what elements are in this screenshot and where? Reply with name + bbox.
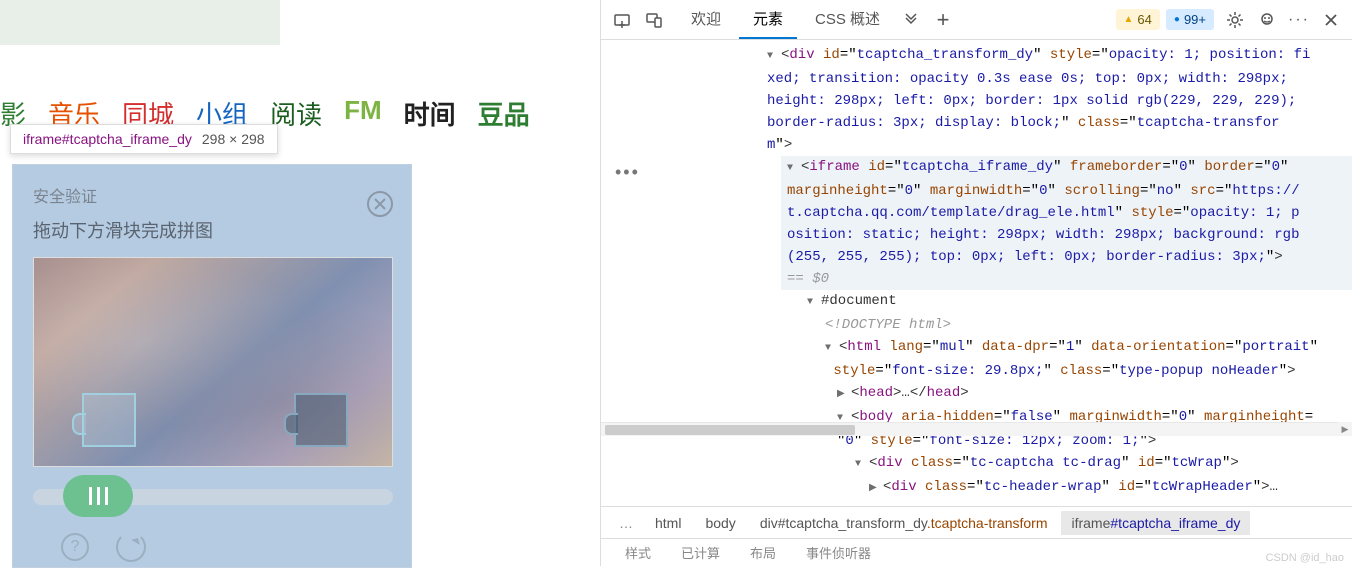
dom-tree-panel[interactable]: ••• <div id="tcaptcha_transform_dy" styl… (601, 40, 1352, 506)
new-tab-icon[interactable]: + (928, 5, 958, 35)
breadcrumb-body[interactable]: body (695, 511, 745, 535)
feedback-icon[interactable] (1252, 5, 1282, 35)
tooltip-dimensions: 298 × 298 (202, 131, 265, 147)
tab-layout[interactable]: 布局 (750, 543, 776, 562)
captcha-instruction: 拖动下方滑块完成拼图 (33, 217, 391, 243)
more-tabs-icon[interactable] (896, 5, 926, 35)
nav-read[interactable]: 阅读 (270, 95, 322, 132)
dom-node-tcwrap[interactable]: <div class="tc-captcha tc-drag" id="tcWr… (849, 452, 1352, 476)
tab-welcome[interactable]: 欢迎 (677, 0, 735, 39)
tab-styles[interactable]: 样式 (625, 543, 651, 562)
breadcrumb-html[interactable]: html (645, 511, 691, 535)
dom-breadcrumb: … html body div#tcaptcha_transform_dy.tc… (601, 506, 1352, 538)
breadcrumb-iframe-selected[interactable]: iframe#tcaptcha_iframe_dy (1061, 511, 1250, 535)
breadcrumb-more-icon[interactable]: … (611, 515, 641, 531)
tab-computed[interactable]: 已计算 (681, 543, 720, 562)
tooltip-selector: iframe#tcaptcha_iframe_dy (23, 131, 192, 147)
captcha-iframe-highlight: 安全验证 拖动下方滑块完成拼图 ? (12, 164, 412, 568)
info-badge[interactable]: ●99+ (1166, 9, 1214, 30)
captcha-slider-track[interactable] (33, 489, 393, 505)
warning-icon: ▲ (1124, 14, 1134, 25)
captcha-refresh-button[interactable] (117, 533, 145, 561)
horizontal-scrollbar[interactable] (601, 422, 1338, 436)
close-icon (373, 197, 387, 211)
device-toolbar-icon[interactable] (639, 5, 669, 35)
styles-tabs: 样式 已计算 布局 事件侦听器 (601, 538, 1352, 566)
devtools-toolbar: 欢迎 元素 CSS 概述 + ▲64 ●99+ ··· (601, 0, 1352, 40)
scrollbar-thumb[interactable] (605, 425, 855, 435)
devtools-panel: 欢迎 元素 CSS 概述 + ▲64 ●99+ ··· ••• <div id=… (600, 0, 1352, 566)
watermark: CSDN @id_hao (1266, 552, 1344, 564)
dom-node-document[interactable]: #document (801, 290, 1352, 314)
captcha-slider-handle[interactable] (63, 475, 133, 517)
inspect-element-icon[interactable] (607, 5, 637, 35)
more-options-icon[interactable]: ··· (1284, 5, 1314, 35)
captcha-close-button[interactable] (367, 191, 393, 217)
dom-node-tcheader[interactable]: <div class="tc-header-wrap" id="tcWrapHe… (863, 476, 1352, 496)
dom-node-doctype[interactable]: <!DOCTYPE html> (819, 314, 1352, 336)
element-inspector-tooltip: iframe#tcaptcha_iframe_dy 298 × 298 (10, 124, 278, 154)
captcha-help-button[interactable]: ? (61, 533, 89, 561)
puzzle-target-slot (82, 393, 136, 447)
nav-time[interactable]: 时间 (404, 95, 456, 132)
tab-css-overview[interactable]: CSS 概述 (801, 0, 894, 39)
dom-line-actions-icon[interactable]: ••• (615, 162, 640, 183)
close-devtools-icon[interactable] (1316, 5, 1346, 35)
scrollbar-corner[interactable]: ▶ (1338, 422, 1352, 436)
dom-node-html[interactable]: <html lang="mul" data-dpr="1" data-orien… (819, 336, 1352, 360)
captcha-puzzle-image[interactable] (33, 257, 393, 467)
selected-marker: == $0 (781, 268, 1352, 290)
nav-market[interactable]: 豆品 (478, 95, 530, 132)
settings-icon[interactable] (1220, 5, 1250, 35)
info-icon: ● (1174, 14, 1180, 25)
dom-node-head[interactable]: <head>…</head> (831, 382, 1352, 406)
tab-listeners[interactable]: 事件侦听器 (806, 543, 871, 562)
tab-elements[interactable]: 元素 (739, 0, 797, 39)
breadcrumb-div[interactable]: div#tcaptcha_transform_dy.tcaptcha-trans… (750, 511, 1058, 535)
dom-node-iframe-selected[interactable]: <iframe id="tcaptcha_iframe_dy" framebor… (781, 156, 1352, 180)
warnings-badge[interactable]: ▲64 (1116, 9, 1160, 30)
nav-fm[interactable]: FM (344, 95, 382, 132)
captcha-title: 安全验证 (33, 183, 391, 207)
puzzle-piece (294, 393, 348, 447)
page-background-block (0, 0, 280, 45)
dom-node-div[interactable]: <div id="tcaptcha_transform_dy" style="o… (761, 44, 1352, 68)
